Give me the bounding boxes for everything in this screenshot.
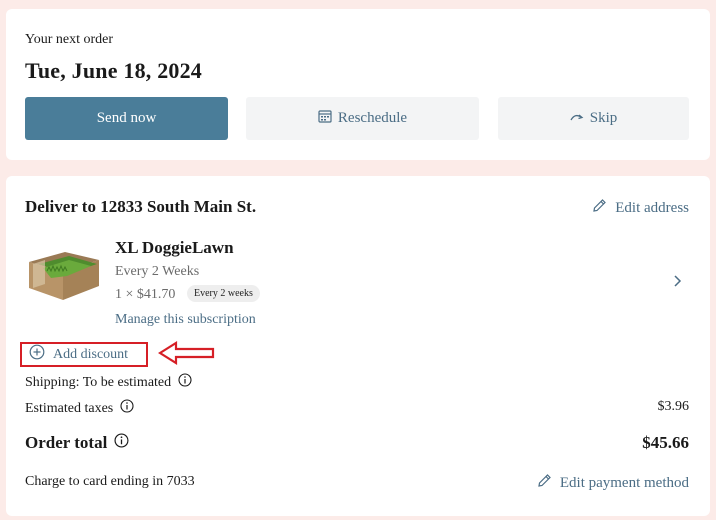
product-price: 1 × $41.70	[115, 287, 176, 302]
add-discount-button[interactable]: Add discount	[20, 342, 148, 367]
order-total-label: Order total	[25, 433, 108, 452]
send-now-label: Send now	[96, 110, 157, 126]
reschedule-button[interactable]: Reschedule	[246, 97, 479, 140]
taxes-value: $3.96	[657, 399, 690, 414]
product-frequency: Every 2 Weeks	[115, 264, 200, 279]
edit-address-link[interactable]: Edit address	[592, 198, 689, 218]
pencil-icon	[592, 198, 615, 218]
calendar-icon	[318, 109, 338, 128]
next-order-date: Tue, June 18, 2024	[25, 58, 202, 83]
shipping-row: Shipping: To be estimated	[25, 373, 192, 392]
skip-button[interactable]: Skip	[498, 97, 689, 140]
edit-address-label: Edit address	[615, 199, 689, 216]
taxes-label: Estimated taxes	[25, 400, 114, 416]
skip-arrow-icon	[570, 110, 590, 127]
chevron-right-icon[interactable]	[672, 274, 682, 293]
taxes-row: Estimated taxes	[25, 399, 134, 418]
product-image[interactable]	[25, 244, 101, 302]
add-discount-label: Add discount	[53, 346, 129, 362]
frequency-badge: Every 2 weeks	[187, 285, 260, 302]
manage-subscription-link[interactable]: Manage this subscription	[115, 312, 256, 328]
annotation-arrow	[157, 341, 216, 370]
order-details-card: Deliver to 12833 South Main St. Edit add…	[6, 176, 710, 516]
edit-payment-label: Edit payment method	[559, 474, 689, 491]
order-total-row: Order total	[25, 433, 129, 453]
info-icon[interactable]	[114, 433, 129, 453]
delivery-address-title: Deliver to 12833 South Main St.	[25, 197, 257, 216]
shipping-label: Shipping: To be estimated	[25, 374, 172, 390]
info-icon[interactable]	[178, 373, 192, 392]
next-order-card: Your next order Tue, June 18, 2024 Send …	[6, 9, 710, 160]
next-order-label: Your next order	[25, 32, 114, 47]
product-name: XL DoggieLawn	[115, 238, 234, 257]
edit-payment-link[interactable]: Edit payment method	[537, 473, 689, 493]
reschedule-label: Reschedule	[337, 110, 408, 126]
order-total-value: $45.66	[642, 433, 689, 452]
send-now-button[interactable]: Send now	[25, 97, 228, 140]
card-charge-text: Charge to card ending in 7033	[25, 474, 195, 489]
pencil-icon	[537, 473, 560, 493]
plus-circle-icon	[29, 344, 53, 365]
info-icon[interactable]	[120, 399, 134, 418]
skip-label: Skip	[589, 110, 618, 126]
